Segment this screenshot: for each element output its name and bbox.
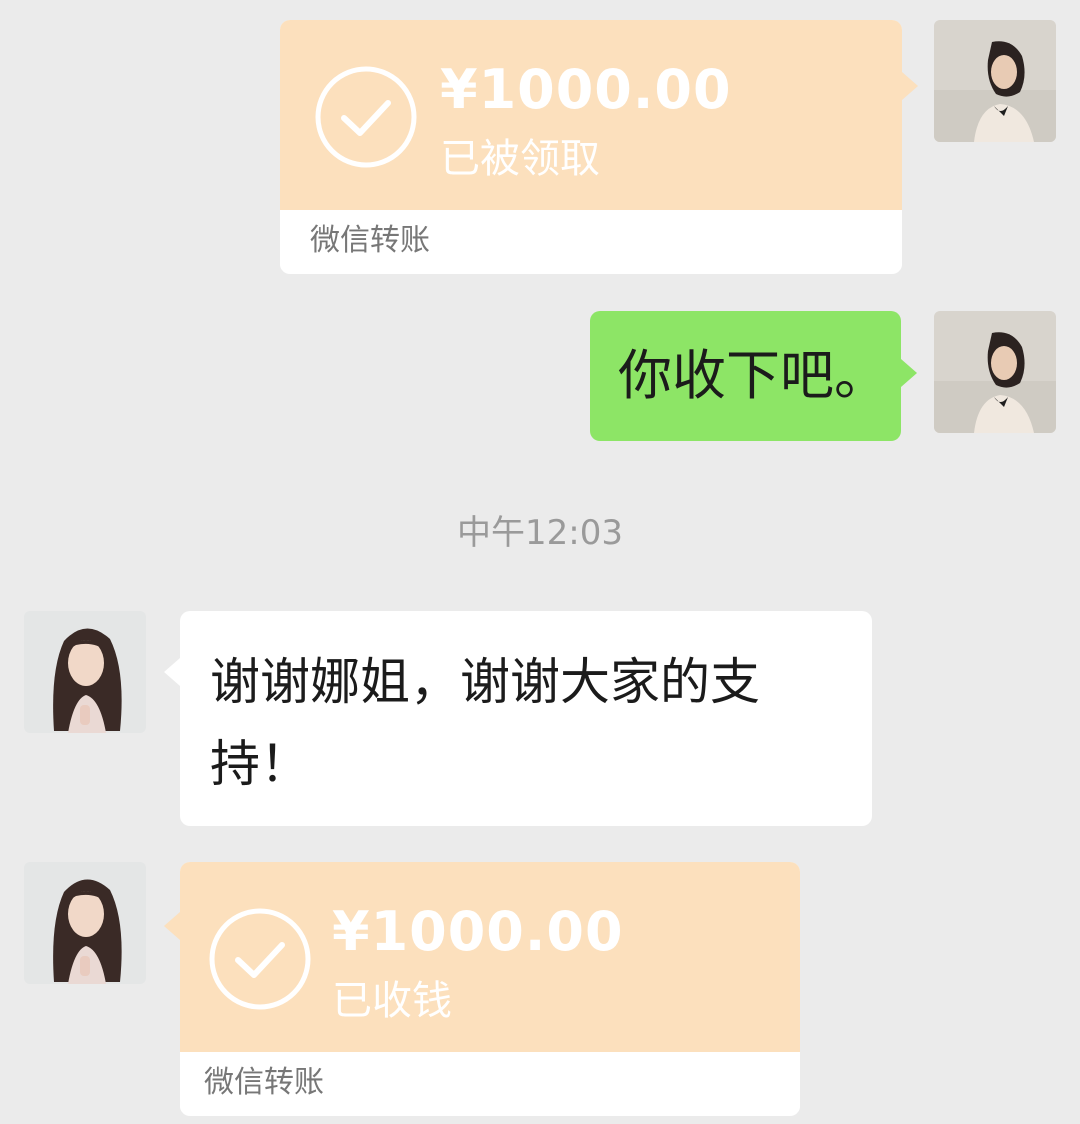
bubble-tail <box>902 72 918 100</box>
transfer-footer: 微信转账 <box>180 1052 800 1112</box>
avatar-contact[interactable] <box>24 611 146 733</box>
check-circle-icon <box>314 65 418 169</box>
bubble-tail <box>901 359 917 387</box>
bubble-tail <box>164 912 180 940</box>
avatar-contact[interactable] <box>24 862 146 984</box>
transfer-footer: 微信转账 <box>280 210 902 270</box>
incoming-transfer-card[interactable]: ¥1000.00 已收钱 微信转账 <box>180 862 800 1116</box>
outgoing-transfer-card[interactable]: ¥1000.00 已被领取 微信转账 <box>280 20 902 274</box>
transfer-status: 已被领取 <box>440 136 600 182</box>
transfer-card-body: ¥1000.00 已被领取 <box>280 20 902 210</box>
outgoing-text-bubble[interactable]: 你收下吧。 <box>590 311 901 441</box>
transfer-amount: ¥1000.00 <box>332 900 624 963</box>
incoming-text-bubble[interactable]: 谢谢娜姐，谢谢大家的支持！ <box>180 611 872 826</box>
transfer-card-body: ¥1000.00 已收钱 <box>180 862 800 1052</box>
chat-view: ¥1000.00 已被领取 微信转账 你收下吧。 中午12:03 谢谢娜姐，谢谢… <box>0 0 1080 1124</box>
message-timestamp: 中午12:03 <box>457 513 623 553</box>
check-circle-icon <box>208 907 312 1011</box>
transfer-status: 已收钱 <box>332 978 452 1024</box>
bubble-tail <box>164 658 180 686</box>
avatar-self[interactable] <box>934 20 1056 142</box>
transfer-amount: ¥1000.00 <box>440 58 732 121</box>
avatar-self[interactable] <box>934 311 1056 433</box>
